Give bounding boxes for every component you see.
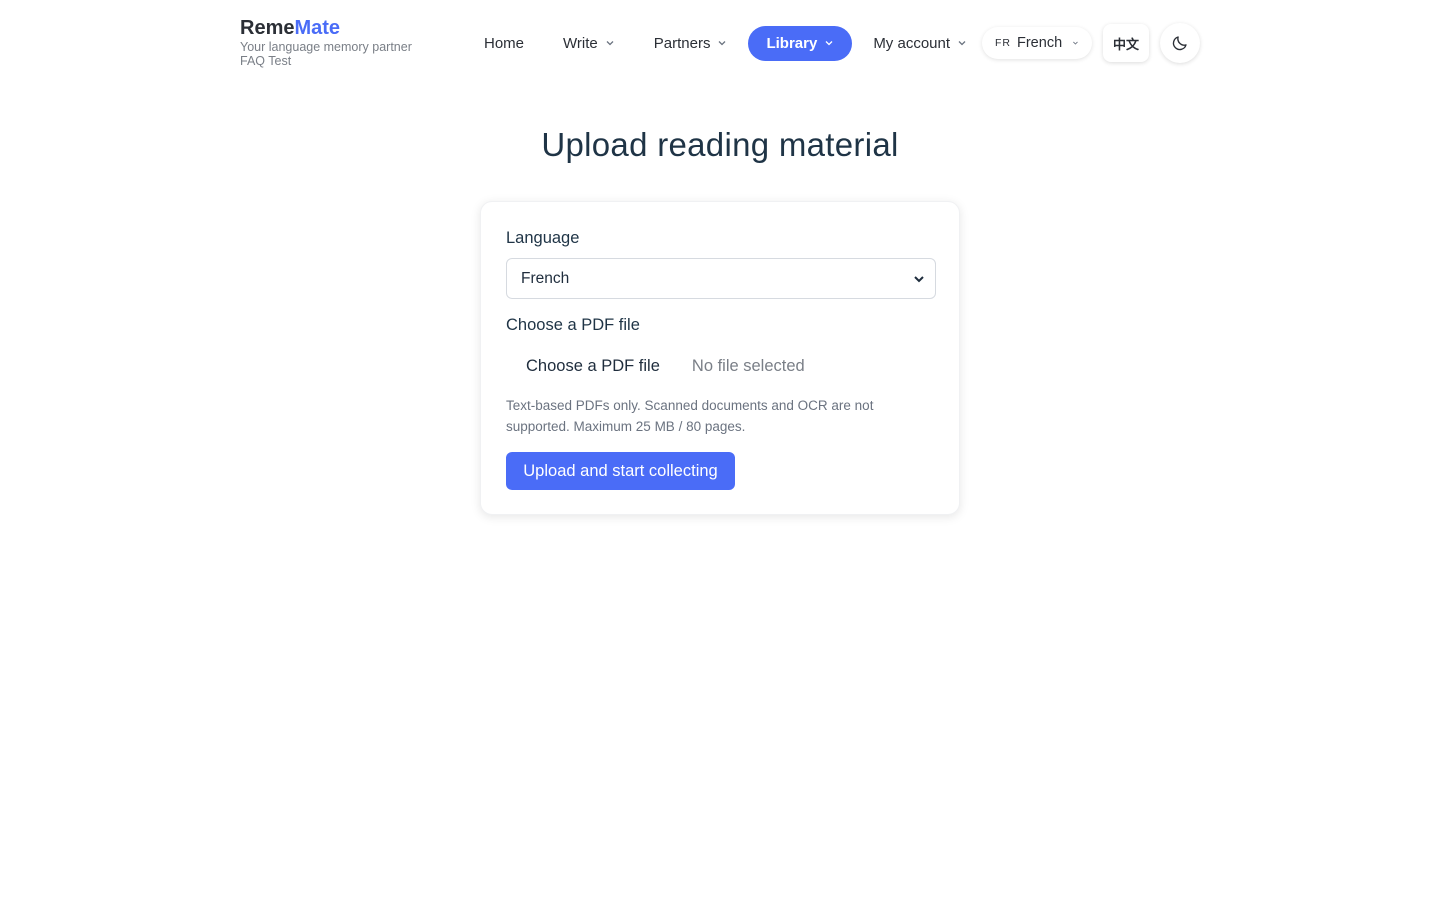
user-name: FAQ Test bbox=[240, 54, 292, 68]
brand-name-part2: Mate bbox=[294, 17, 341, 39]
header: RemeMate Your language memory partner FA… bbox=[0, 0, 1440, 86]
study-language-switcher[interactable]: FR French bbox=[982, 27, 1092, 59]
language-label: French bbox=[1017, 35, 1063, 51]
language-select[interactable]: French bbox=[506, 258, 936, 299]
brand-tagline: Your language memory partner bbox=[240, 40, 412, 54]
brand[interactable]: RemeMate Your language memory partner FA… bbox=[240, 16, 412, 68]
main-nav: Home Write Partners Library My account bbox=[466, 25, 988, 61]
nav-library[interactable]: Library bbox=[748, 25, 853, 61]
choose-file-button[interactable]: Choose a PDF file bbox=[506, 357, 660, 376]
nav-write-label: Write bbox=[563, 34, 598, 52]
ui-language-button[interactable]: 中文 bbox=[1103, 24, 1149, 62]
brand-name: RemeMate bbox=[240, 16, 412, 40]
chevron-down-icon bbox=[1073, 41, 1078, 45]
brand-name-part1: Reme bbox=[240, 17, 295, 39]
nav-home-label: Home bbox=[484, 34, 525, 52]
nav-library-label: Library bbox=[766, 34, 818, 52]
file-field-label: Choose a PDF file bbox=[506, 316, 640, 334]
language-field-label: Language bbox=[506, 229, 580, 247]
nav-partners-label: Partners bbox=[653, 34, 711, 52]
theme-toggle-button[interactable] bbox=[1160, 23, 1200, 63]
upload-hint: Text-based PDFs only. Scanned documents … bbox=[506, 398, 874, 434]
nav-partners[interactable]: Partners bbox=[636, 26, 746, 61]
language-select-value: French bbox=[521, 269, 570, 287]
upload-form: Language French Choose a PDF file Choose… bbox=[480, 201, 960, 515]
chevron-down-icon bbox=[825, 41, 833, 46]
chevron-down-icon bbox=[958, 41, 966, 46]
nav-write[interactable]: Write bbox=[545, 26, 633, 61]
chevron-down-icon bbox=[718, 41, 726, 46]
upload-button[interactable]: Upload and start collecting bbox=[506, 452, 735, 490]
file-status: No file selected bbox=[691, 356, 805, 375]
chevron-down-icon bbox=[606, 41, 614, 46]
nav-my-account[interactable]: My account bbox=[855, 26, 985, 61]
language-code: FR bbox=[995, 37, 1011, 49]
moon-icon bbox=[1172, 36, 1187, 51]
chevron-down-icon bbox=[914, 276, 924, 283]
page-title: Upload reading material bbox=[541, 126, 899, 163]
file-input[interactable]: Choose a PDF file No file selected bbox=[506, 354, 805, 378]
nav-home[interactable]: Home bbox=[466, 26, 542, 61]
nav-my-account-label: My account bbox=[873, 34, 951, 52]
